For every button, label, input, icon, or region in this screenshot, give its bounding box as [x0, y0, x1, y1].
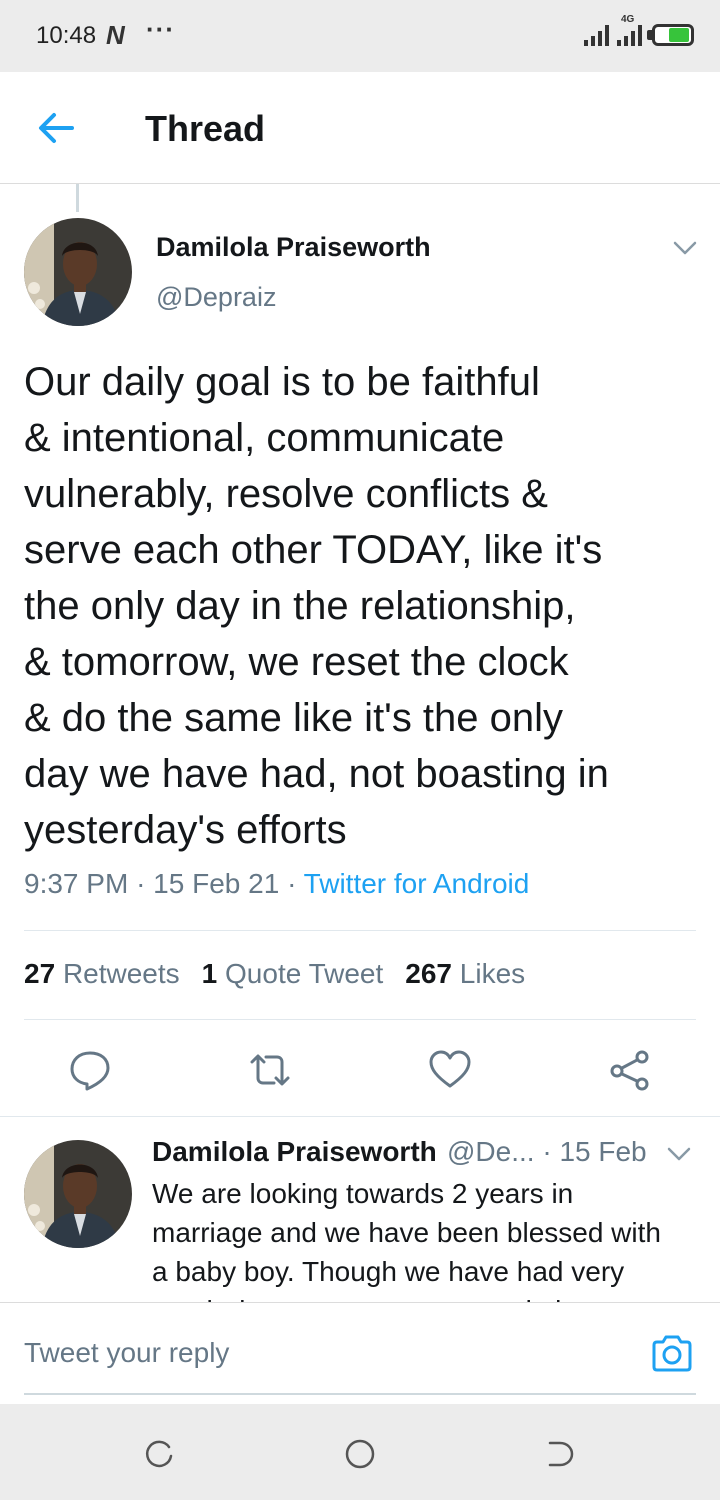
battery-charging-icon — [652, 24, 694, 46]
page-title: Thread — [145, 108, 266, 149]
reply-composer: Tweet your reply — [0, 1302, 720, 1402]
retweet-icon[interactable] — [248, 1048, 292, 1092]
meta-separator: · — [136, 868, 154, 899]
reply-author-name[interactable]: Damilola Praiseworth — [152, 1136, 437, 1168]
likes-label: Likes — [459, 958, 526, 989]
tweet-time: 9:37 PM — [24, 868, 129, 899]
chevron-down-icon[interactable] — [666, 1146, 692, 1162]
signal-icon — [584, 25, 609, 46]
retweets-count: 27 — [24, 958, 56, 989]
thread-connector — [76, 184, 79, 212]
reply-author-handle[interactable]: @De... — [447, 1136, 535, 1167]
tweet-source-link[interactable]: Twitter for Android — [304, 868, 530, 899]
author-handle[interactable]: @Depraiz — [156, 282, 276, 313]
back-icon[interactable] — [544, 1438, 576, 1470]
quotes-stat[interactable]: 1 Quote Tweet — [202, 958, 384, 989]
reply-avatar[interactable] — [24, 1140, 132, 1248]
like-icon[interactable] — [428, 1048, 472, 1092]
reply-input[interactable]: Tweet your reply — [24, 1337, 229, 1369]
home-icon[interactable] — [344, 1438, 376, 1470]
avatar[interactable] — [24, 218, 132, 326]
divider — [24, 1019, 696, 1020]
battery-level — [669, 28, 689, 42]
reply-icon[interactable] — [68, 1048, 112, 1092]
retweets-stat[interactable]: 27 Retweets — [24, 958, 180, 989]
divider — [0, 1116, 720, 1117]
reply-text[interactable]: We are looking towards 2 years in marria… — [152, 1174, 702, 1302]
camera-icon[interactable] — [650, 1333, 694, 1373]
app-header: Thread — [0, 72, 720, 184]
more-notifications-icon: ··· — [146, 14, 175, 44]
author-name[interactable]: Damilola Praiseworth — [156, 232, 431, 263]
tweet-stats: 27 Retweets 1 Quote Tweet 267 Likes — [24, 958, 525, 990]
system-nav-bar — [0, 1404, 720, 1500]
recents-icon[interactable] — [144, 1438, 176, 1470]
status-time: 10:48 — [36, 22, 97, 49]
tweet-date: 15 Feb 21 — [153, 868, 280, 899]
likes-stat[interactable]: 267 Likes — [405, 958, 525, 989]
input-underline — [24, 1393, 696, 1395]
notification-icon: N — [106, 20, 125, 50]
meta-separator: · — [287, 868, 304, 899]
retweets-label: Retweets — [62, 958, 180, 989]
reply-date: 15 Feb — [559, 1136, 647, 1167]
reply-author-meta: @De... · 15 Feb — [447, 1136, 647, 1167]
status-bar: 10:48 N ··· 4G — [0, 0, 720, 72]
divider — [24, 930, 696, 931]
chevron-down-icon[interactable] — [672, 240, 698, 256]
tweet-text: Our daily goal is to be faithful & inten… — [24, 360, 609, 852]
quotes-label: Quote Tweet — [225, 958, 384, 989]
back-arrow-icon[interactable] — [36, 110, 76, 146]
share-icon[interactable] — [608, 1048, 652, 1092]
tweet-meta: 9:37 PM · 15 Feb 21 · Twitter for Androi… — [24, 868, 529, 900]
quotes-count: 1 — [201, 958, 218, 989]
likes-count: 267 — [405, 958, 452, 989]
signal-4g-icon — [617, 25, 642, 46]
